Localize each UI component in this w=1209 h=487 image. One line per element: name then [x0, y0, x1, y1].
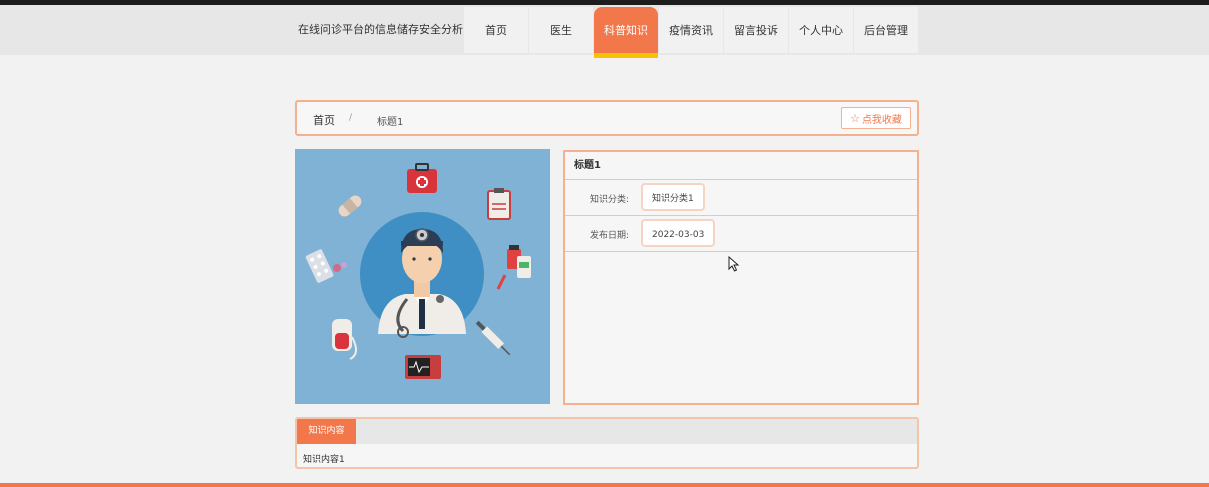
breadcrumb: 首页 / 标题1 ☆ 点我收藏 — [295, 100, 919, 136]
navbar: 在线问诊平台的信息储存安全分析 首页 医生 科普知识 疫情资讯 留言投诉 个人中… — [0, 5, 1209, 58]
nav-item-personal-center[interactable]: 个人中心 — [789, 7, 853, 53]
publish-date-value: 2022-03-03 — [641, 219, 716, 247]
nav-item-home[interactable]: 首页 — [464, 7, 528, 53]
tab-knowledge-content[interactable]: 知识内容 — [297, 419, 356, 444]
article-info-panel: 标题1 知识分类: 知识分类1 发布日期: 2022-03-03 — [563, 150, 919, 405]
category-label: 知识分类: — [589, 195, 629, 205]
footer-accent-line — [0, 483, 1209, 487]
star-icon: ☆ — [850, 111, 860, 125]
doctor-illustration-icon — [295, 149, 550, 404]
publish-date-label: 发布日期: — [589, 231, 629, 241]
breadcrumb-home-link[interactable]: 首页 — [313, 112, 335, 128]
category-row: 知识分类: 知识分类1 — [565, 180, 917, 216]
nav-item-admin[interactable]: 后台管理 — [854, 7, 918, 53]
nav-item-science-knowledge[interactable]: 科普知识 — [594, 7, 658, 58]
article-image — [295, 149, 550, 404]
breadcrumb-current: 标题1 — [377, 117, 404, 128]
breadcrumb-separator: / — [349, 113, 353, 123]
category-value: 知识分类1 — [641, 183, 705, 211]
knowledge-content-panel: 知识内容 知识内容1 — [295, 417, 919, 469]
mouse-cursor-icon — [728, 256, 740, 272]
favorite-button-label: 点我收藏 — [861, 114, 902, 126]
favorite-button[interactable]: ☆ 点我收藏 — [841, 107, 911, 129]
nav-menu: 首页 医生 科普知识 疫情资讯 留言投诉 个人中心 后台管理 — [464, 7, 919, 58]
nav-item-doctor[interactable]: 医生 — [529, 7, 593, 53]
nav-item-feedback[interactable]: 留言投诉 — [724, 7, 788, 53]
article-title: 标题1 — [565, 152, 917, 180]
publish-date-row: 发布日期: 2022-03-03 — [565, 216, 917, 252]
content-tab-bar: 知识内容 — [297, 419, 917, 444]
site-title: 在线问诊平台的信息储存安全分析 — [298, 23, 463, 36]
knowledge-content-text: 知识内容1 — [303, 455, 345, 465]
nav-item-epidemic-news[interactable]: 疫情资讯 — [659, 7, 723, 53]
